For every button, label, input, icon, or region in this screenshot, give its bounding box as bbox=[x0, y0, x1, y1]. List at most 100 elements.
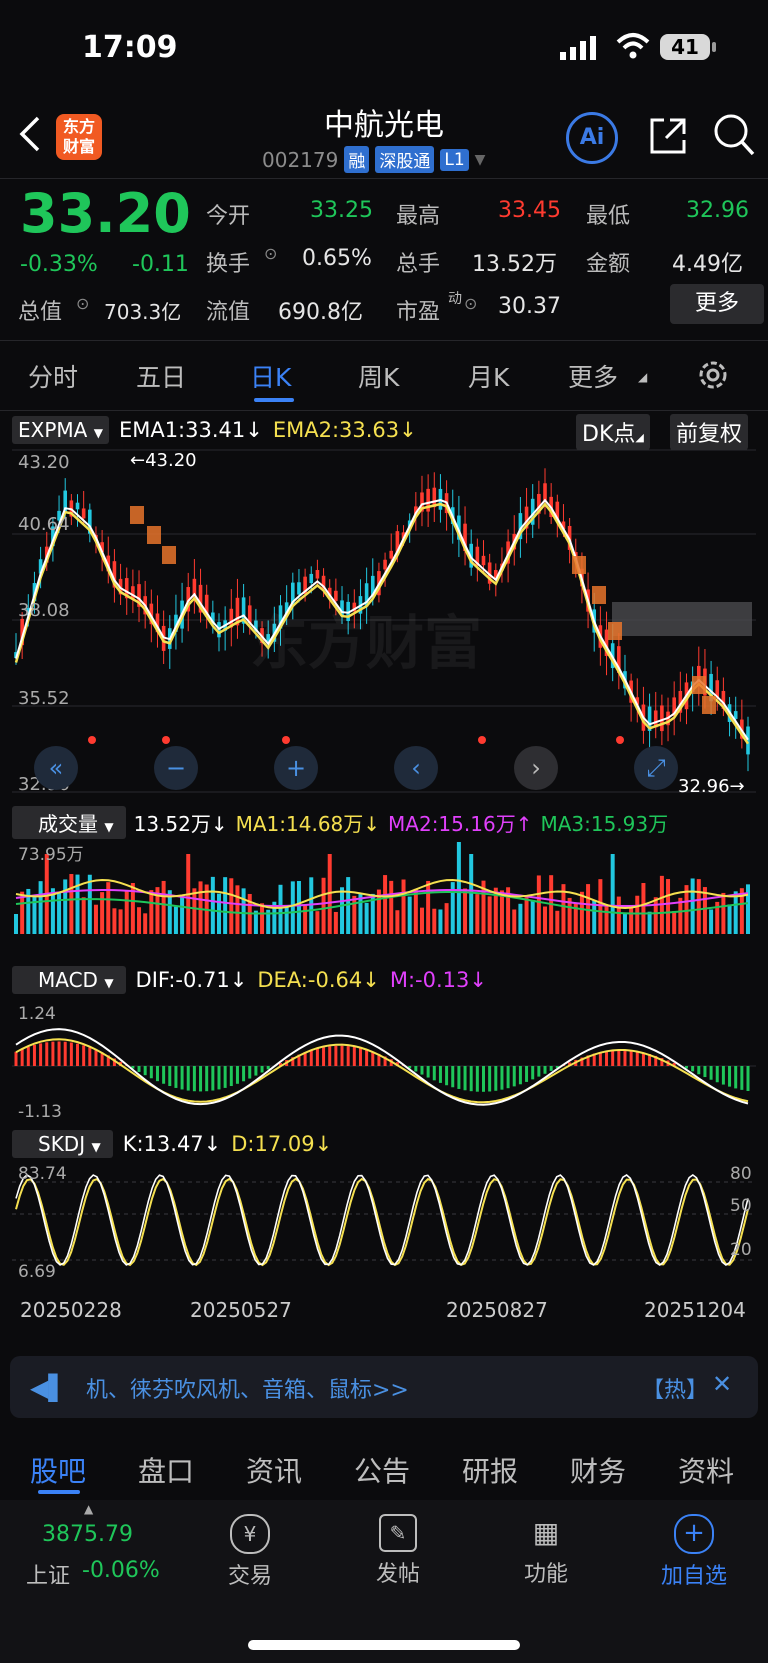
tab-news[interactable]: 资讯 bbox=[246, 1450, 302, 1490]
macd-bar bbox=[605, 1051, 609, 1066]
settings-icon[interactable] bbox=[696, 358, 730, 392]
fullscreen-icon[interactable]: ⤢ bbox=[634, 746, 678, 790]
info-icon[interactable]: ⊙ bbox=[76, 294, 89, 313]
volume-bar bbox=[192, 888, 197, 934]
macd-bar bbox=[715, 1066, 719, 1083]
volume-top-label: 73.95万 bbox=[18, 845, 84, 865]
tab-monthly-k[interactable]: 月K bbox=[468, 358, 509, 394]
tag-connect: 深股通 bbox=[375, 146, 435, 173]
macd-bar bbox=[469, 1066, 473, 1092]
adjust-button[interactable]: 前复权 bbox=[670, 414, 749, 450]
chevron-down-icon[interactable]: ▼ bbox=[475, 152, 486, 168]
volume-bar bbox=[210, 876, 215, 934]
functions-button[interactable]: ▦ 功能 bbox=[476, 1514, 616, 1588]
add-watchlist-button[interactable]: + 加自选 bbox=[624, 1514, 764, 1590]
share-icon[interactable] bbox=[646, 114, 690, 158]
tab-pankou[interactable]: 盘口 bbox=[138, 1450, 194, 1490]
macd-bar bbox=[82, 1045, 86, 1066]
volume-bar bbox=[296, 881, 301, 934]
tab-daily-k[interactable]: 日K bbox=[250, 358, 291, 394]
indicator-select-skdj[interactable]: SKDJ ▼ bbox=[12, 1130, 113, 1158]
volume-bar bbox=[463, 888, 468, 934]
tab-finance[interactable]: 财务 bbox=[570, 1450, 626, 1490]
date-label-4: 20251204 bbox=[644, 1298, 746, 1322]
macd-bar bbox=[266, 1066, 270, 1070]
signal-marker bbox=[162, 546, 176, 564]
info-icon[interactable]: ⊙ bbox=[464, 294, 477, 313]
macd-bar bbox=[69, 1042, 73, 1066]
index-value[interactable]: 3875.79 bbox=[42, 1522, 133, 1547]
tab-announcements[interactable]: 公告 bbox=[354, 1450, 410, 1490]
zoom-in-icon[interactable]: + bbox=[274, 746, 318, 790]
macd-bar bbox=[260, 1066, 264, 1073]
pan-left-icon[interactable]: ‹ bbox=[394, 746, 438, 790]
signal-dot bbox=[282, 736, 290, 744]
macd-bar bbox=[149, 1066, 153, 1079]
macd-bar bbox=[242, 1066, 246, 1082]
volume-bar bbox=[733, 891, 738, 934]
volume-bar bbox=[143, 913, 148, 934]
macd-bar bbox=[537, 1066, 541, 1077]
candle bbox=[75, 502, 80, 510]
volume-bar bbox=[124, 890, 129, 934]
search-icon[interactable] bbox=[712, 112, 756, 158]
info-icon[interactable]: ⊙ bbox=[264, 244, 277, 263]
trade-button[interactable]: ¥ 交易 bbox=[180, 1514, 320, 1590]
news-hot: 【热】 bbox=[642, 1378, 709, 1403]
zoom-out-far-icon[interactable]: « bbox=[34, 746, 78, 790]
skdj-20-label: 20 bbox=[730, 1240, 752, 1260]
y-label-3: 38.08 bbox=[18, 600, 70, 621]
tab-five-day[interactable]: 五日 bbox=[136, 358, 186, 394]
date-label-1: 20250228 bbox=[20, 1298, 122, 1322]
index-change[interactable]: -0.06% bbox=[82, 1558, 160, 1583]
macd-bar bbox=[629, 1050, 633, 1066]
tab-research[interactable]: 研报 bbox=[462, 1450, 518, 1490]
news-ticker[interactable]: ◀▌ 机、徕芬吹风机、音箱、鼠标>> 【热】 ✕ bbox=[10, 1356, 758, 1418]
tab-profile[interactable]: 资料 bbox=[678, 1450, 734, 1490]
macd-bar bbox=[76, 1043, 80, 1066]
signal-dot bbox=[162, 736, 170, 744]
indicator-select-volume[interactable]: 成交量 ▼ bbox=[12, 806, 126, 839]
active-tab-underline bbox=[38, 1490, 80, 1494]
pan-right-icon[interactable]: › bbox=[514, 746, 558, 790]
tab-more[interactable]: 更多 bbox=[568, 358, 618, 394]
candle bbox=[481, 555, 486, 566]
indicator-select-macd[interactable]: MACD ▼ bbox=[12, 966, 126, 994]
high-value: 33.45 bbox=[498, 198, 561, 223]
tag-level: L1 bbox=[440, 148, 469, 171]
volume-now: 13.52万↓ bbox=[133, 812, 228, 836]
volume-bar bbox=[118, 909, 123, 934]
macd-bar bbox=[740, 1066, 744, 1090]
skdj-k: K:13.47↓ bbox=[122, 1132, 222, 1156]
volume-bar bbox=[383, 875, 388, 934]
dk-point-button[interactable]: DK点◢ bbox=[576, 414, 650, 450]
volume-bar bbox=[303, 904, 308, 934]
ai-button[interactable]: Ai bbox=[566, 112, 618, 164]
tab-intraday[interactable]: 分时 bbox=[28, 358, 78, 394]
skdj-d-line bbox=[15, 1177, 749, 1267]
macd-bar bbox=[414, 1066, 418, 1072]
macd-bottom-label: -1.13 bbox=[18, 1102, 62, 1122]
tag-margin: 融 bbox=[344, 146, 370, 173]
skdj-50-label: 50 bbox=[730, 1196, 752, 1216]
tab-weekly-k[interactable]: 周K bbox=[358, 358, 399, 394]
volume-bar bbox=[579, 891, 584, 934]
y-label-2: 40.64 bbox=[18, 514, 70, 535]
index-name[interactable]: 上证 bbox=[26, 1558, 70, 1590]
macd-bar bbox=[254, 1066, 258, 1076]
volume-bar bbox=[69, 874, 74, 934]
macd-bar bbox=[500, 1066, 504, 1090]
zoom-out-icon[interactable]: − bbox=[154, 746, 198, 790]
post-button[interactable]: ✎ 发帖 bbox=[328, 1514, 468, 1588]
close-icon[interactable]: ✕ bbox=[712, 1370, 732, 1398]
news-text[interactable]: 机、徕芬吹风机、音箱、鼠标>> bbox=[86, 1372, 409, 1404]
volume-bar bbox=[173, 906, 178, 934]
more-button[interactable]: 更多 bbox=[670, 284, 764, 324]
volume-bar bbox=[401, 879, 406, 934]
indicator-select-expma[interactable]: EXPMA ▼ bbox=[12, 416, 109, 444]
float-value: 690.8亿 bbox=[278, 300, 363, 325]
tab-guba[interactable]: 股吧 bbox=[30, 1450, 86, 1490]
volume-bar bbox=[727, 904, 732, 934]
volume-bar bbox=[444, 903, 449, 934]
macd-bar bbox=[63, 1041, 67, 1066]
